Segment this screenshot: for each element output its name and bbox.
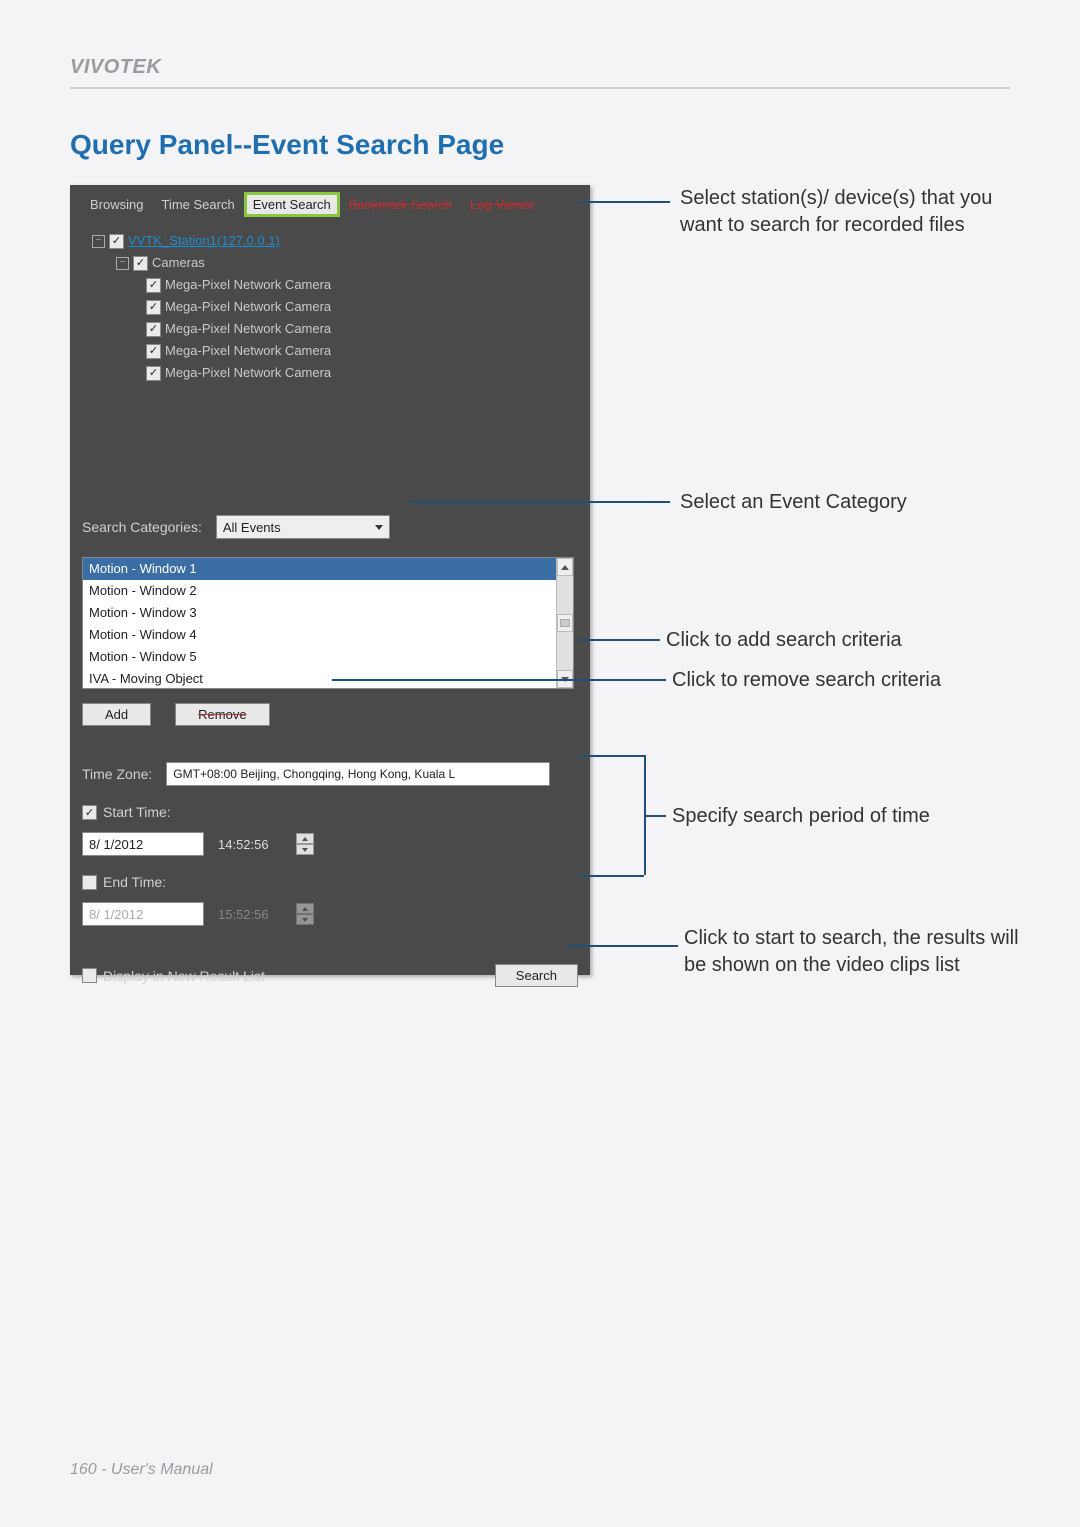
tree-station-row[interactable]: − ✓ VVTK_Station1(127.0.0.1) bbox=[92, 230, 572, 252]
add-button[interactable]: Add bbox=[82, 703, 151, 726]
start-time-checkbox[interactable]: ✓ bbox=[82, 805, 97, 820]
camera-label: Mega-Pixel Network Camera bbox=[165, 296, 331, 318]
tab-browsing[interactable]: Browsing bbox=[82, 193, 151, 216]
cameras-label: Cameras bbox=[152, 252, 205, 274]
start-time-value: 14:52:56 bbox=[218, 837, 282, 852]
end-time-checkbox[interactable]: ✓ bbox=[82, 875, 97, 890]
checkbox-icon[interactable]: ✓ bbox=[146, 322, 161, 337]
checkbox-icon[interactable]: ✓ bbox=[133, 256, 148, 271]
camera-label: Mega-Pixel Network Camera bbox=[165, 274, 331, 296]
tab-bookmark-search[interactable]: Bookmark Search bbox=[341, 193, 460, 216]
checkbox-icon[interactable]: ✓ bbox=[146, 300, 161, 315]
brand-header: VIVOTEK bbox=[70, 56, 1010, 89]
list-item[interactable]: Motion - Window 3 bbox=[83, 602, 573, 624]
list-item[interactable]: Motion - Window 5 bbox=[83, 646, 573, 668]
camera-label: Mega-Pixel Network Camera bbox=[165, 362, 331, 384]
camera-label: Mega-Pixel Network Camera bbox=[165, 340, 331, 362]
search-categories-label: Search Categories: bbox=[82, 519, 202, 535]
end-time-label: End Time: bbox=[103, 874, 166, 890]
anno-stations: Select station(s)/ device(s) that you wa… bbox=[680, 185, 1030, 239]
checkbox-icon[interactable]: ✓ bbox=[146, 366, 161, 381]
start-date-picker[interactable]: 8/ 1/2012 bbox=[82, 832, 204, 856]
connector-line bbox=[644, 815, 666, 817]
search-button[interactable]: Search bbox=[495, 964, 578, 987]
list-item[interactable]: Motion - Window 4 bbox=[83, 624, 573, 646]
anno-search: Click to start to search, the results wi… bbox=[684, 925, 1034, 979]
categories-value: All Events bbox=[223, 520, 281, 535]
tree-camera-row[interactable]: ✓ Mega-Pixel Network Camera bbox=[146, 340, 572, 362]
checkbox-icon[interactable]: ✓ bbox=[146, 278, 161, 293]
connector-line bbox=[332, 679, 666, 681]
end-time-value: 15:52:56 bbox=[218, 907, 282, 922]
end-date-picker[interactable]: 8/ 1/2012 bbox=[82, 902, 204, 926]
anno-category: Select an Event Category bbox=[680, 489, 1030, 516]
end-time-spinner[interactable] bbox=[296, 903, 314, 925]
timezone-label: Time Zone: bbox=[82, 766, 152, 782]
anno-remove: Click to remove search criteria bbox=[672, 667, 1022, 694]
connector-line bbox=[580, 639, 660, 641]
collapse-icon[interactable]: − bbox=[116, 257, 129, 270]
event-listbox[interactable]: Motion - Window 1 Motion - Window 2 Moti… bbox=[82, 557, 574, 689]
tab-event-search[interactable]: Event Search bbox=[245, 193, 339, 216]
collapse-icon[interactable]: − bbox=[92, 235, 105, 248]
query-panel: Browsing Time Search Event Search Bookma… bbox=[70, 185, 590, 975]
timezone-value: GMT+08:00 Beijing, Chongqing, Hong Kong,… bbox=[173, 767, 455, 781]
connector-line bbox=[580, 875, 644, 877]
tab-time-search[interactable]: Time Search bbox=[153, 193, 242, 216]
connector-line bbox=[568, 945, 678, 947]
tree-cameras-row[interactable]: − ✓ Cameras bbox=[116, 252, 572, 274]
list-item[interactable]: Motion - Window 2 bbox=[83, 580, 573, 602]
scrollbar[interactable] bbox=[556, 558, 573, 688]
anno-add: Click to add search criteria bbox=[666, 627, 1016, 654]
page-title: Query Panel--Event Search Page bbox=[70, 129, 1010, 161]
start-date-value: 8/ 1/2012 bbox=[89, 837, 143, 852]
remove-button[interactable]: Remove bbox=[175, 703, 269, 726]
connector-line bbox=[580, 201, 670, 203]
diagram-area: Browsing Time Search Event Search Bookma… bbox=[70, 185, 1020, 1055]
timezone-dropdown[interactable]: GMT+08:00 Beijing, Chongqing, Hong Kong,… bbox=[166, 762, 550, 786]
spin-down-icon[interactable] bbox=[296, 914, 314, 925]
station-label[interactable]: VVTK_Station1(127.0.0.1) bbox=[128, 230, 280, 252]
tab-log-viewer[interactable]: Log Viewer bbox=[462, 193, 543, 216]
start-time-label: Start Time: bbox=[103, 804, 171, 820]
tree-camera-row[interactable]: ✓ Mega-Pixel Network Camera bbox=[146, 296, 572, 318]
connector-line bbox=[410, 501, 670, 503]
display-new-label: Display in New Result List bbox=[103, 968, 265, 984]
spin-up-icon[interactable] bbox=[296, 903, 314, 914]
chevron-down-icon bbox=[375, 525, 383, 530]
device-tree: − ✓ VVTK_Station1(127.0.0.1) − ✓ Cameras… bbox=[82, 226, 578, 499]
camera-label: Mega-Pixel Network Camera bbox=[165, 318, 331, 340]
end-date-value: 8/ 1/2012 bbox=[89, 907, 143, 922]
list-item[interactable]: Motion - Window 1 bbox=[83, 558, 573, 580]
tree-camera-row[interactable]: ✓ Mega-Pixel Network Camera bbox=[146, 362, 572, 384]
display-new-checkbox[interactable]: ✓ bbox=[82, 968, 97, 983]
connector-line bbox=[580, 755, 644, 757]
spin-down-icon[interactable] bbox=[296, 844, 314, 855]
scroll-thumb-icon[interactable] bbox=[557, 614, 573, 632]
spin-up-icon[interactable] bbox=[296, 833, 314, 844]
checkbox-icon[interactable]: ✓ bbox=[109, 234, 124, 249]
anno-period: Specify search period of time bbox=[672, 803, 1022, 830]
scroll-up-icon[interactable] bbox=[557, 558, 573, 576]
checkbox-icon[interactable]: ✓ bbox=[146, 344, 161, 359]
categories-dropdown[interactable]: All Events bbox=[216, 515, 390, 539]
start-time-spinner[interactable] bbox=[296, 833, 314, 855]
tree-camera-row[interactable]: ✓ Mega-Pixel Network Camera bbox=[146, 274, 572, 296]
tab-bar: Browsing Time Search Event Search Bookma… bbox=[82, 193, 578, 216]
tree-camera-row[interactable]: ✓ Mega-Pixel Network Camera bbox=[146, 318, 572, 340]
footer-text: 160 - User's Manual bbox=[70, 1461, 213, 1479]
